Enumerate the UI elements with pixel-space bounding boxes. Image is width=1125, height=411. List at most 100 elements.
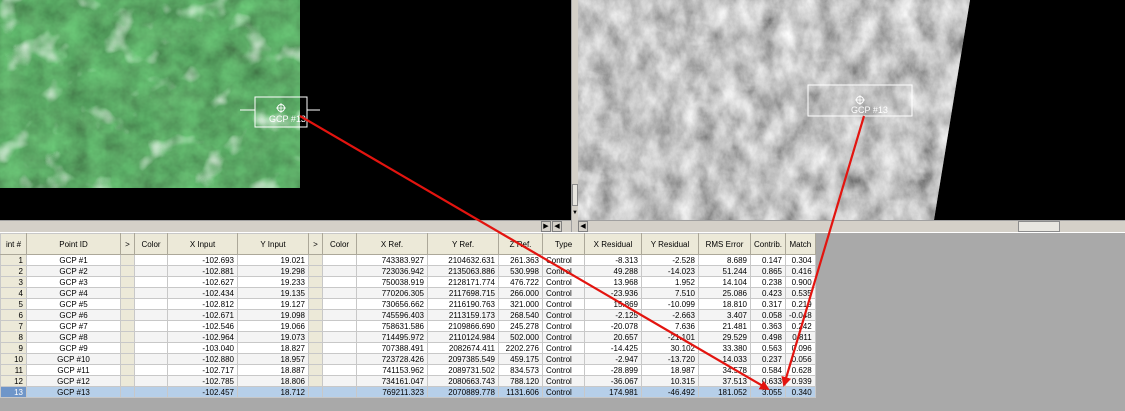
table-cell[interactable]: Control [542, 353, 585, 365]
table-cell[interactable] [120, 254, 135, 266]
table-cell[interactable] [120, 375, 135, 387]
table-cell[interactable]: -2.947 [584, 353, 642, 365]
table-cell[interactable] [308, 320, 323, 332]
table-cell[interactable]: 2113159.173 [427, 309, 499, 321]
table-cell[interactable] [308, 287, 323, 299]
table-cell[interactable]: -36.067 [584, 375, 642, 387]
table-cell[interactable]: 0.340 [785, 386, 816, 398]
table-cell[interactable]: 0.238 [749, 276, 787, 288]
table-cell[interactable]: 20.657 [584, 331, 642, 343]
right-viewer-horizontal-scrollbar[interactable]: ◀ [578, 220, 1125, 232]
table-cell[interactable] [322, 353, 357, 365]
table-cell[interactable] [308, 342, 323, 354]
table-cell[interactable] [134, 375, 168, 387]
table-row[interactable]: 9 GCP #9 -103.040 18.827 707388.491 2082674.4… [0, 342, 816, 354]
table-cell[interactable]: -102.785 [167, 375, 238, 387]
table-cell[interactable]: 0.416 [785, 265, 816, 277]
table-cell[interactable]: 0.304 [785, 254, 816, 266]
table-cell[interactable]: Control [542, 298, 585, 310]
table-cell[interactable]: 14.104 [698, 276, 751, 288]
left-viewer-horizontal-scrollbar[interactable]: ▶ ◀ [0, 220, 571, 232]
table-cell[interactable] [308, 309, 323, 321]
table-cell[interactable] [134, 298, 168, 310]
table-cell[interactable] [322, 342, 357, 354]
table-cell[interactable]: -10.099 [641, 298, 699, 310]
table-cell[interactable]: -2.663 [641, 309, 699, 321]
table-cell[interactable]: 19.073 [237, 331, 309, 343]
table-cell[interactable]: 14.033 [698, 353, 751, 365]
table-cell[interactable]: 10.315 [641, 375, 699, 387]
table-cell[interactable]: -14.023 [641, 265, 699, 277]
scroll-right-arrow-icon[interactable]: ▶ [541, 221, 551, 232]
table-cell[interactable]: 0.317 [749, 298, 787, 310]
table-cell[interactable]: 7.510 [641, 287, 699, 299]
column-header[interactable]: Match [785, 233, 816, 255]
table-cell[interactable]: 51.244 [698, 265, 751, 277]
table-cell[interactable]: 2089731.502 [427, 364, 499, 376]
table-cell[interactable]: 0.219 [785, 298, 816, 310]
table-cell[interactable]: 0.242 [785, 320, 816, 332]
table-cell[interactable]: 13 [0, 386, 27, 398]
table-cell[interactable]: 788.120 [498, 375, 543, 387]
table-cell[interactable] [134, 309, 168, 321]
table-cell[interactable]: 0.535 [785, 287, 816, 299]
table-cell[interactable] [120, 320, 135, 332]
table-cell[interactable]: 2070889.778 [427, 386, 499, 398]
table-cell[interactable]: 2082674.411 [427, 342, 499, 354]
table-cell[interactable]: 3.055 [749, 386, 787, 398]
table-cell[interactable]: 758631.586 [356, 320, 428, 332]
table-cell[interactable]: GCP #6 [26, 309, 121, 321]
table-row[interactable]: 3 GCP #3 -102.627 19.233 750038.919 2128171.7… [0, 276, 816, 288]
table-row[interactable]: 12 GCP #12 -102.785 18.806 734161.047 2080663… [0, 375, 816, 387]
table-cell[interactable]: -23.936 [584, 287, 642, 299]
table-cell[interactable]: -102.434 [167, 287, 238, 299]
table-cell[interactable]: -103.040 [167, 342, 238, 354]
table-cell[interactable] [120, 353, 135, 365]
table-cell[interactable]: 19.098 [237, 309, 309, 321]
table-row[interactable]: 13 GCP #13 -102.457 18.712 769211.323 2070889… [0, 386, 816, 398]
left-image-viewer[interactable]: GCP #13 [0, 0, 571, 220]
table-cell[interactable] [308, 265, 323, 277]
table-cell[interactable]: 19.127 [237, 298, 309, 310]
table-cell[interactable]: 0.058 [749, 309, 787, 321]
table-cell[interactable]: -46.492 [641, 386, 699, 398]
table-cell[interactable]: 2202.276 [498, 342, 543, 354]
table-cell[interactable]: 476.722 [498, 276, 543, 288]
table-cell[interactable] [120, 342, 135, 354]
table-cell[interactable]: 2097385.549 [427, 353, 499, 365]
table-cell[interactable]: 2 [0, 265, 27, 277]
table-cell[interactable]: 2109866.690 [427, 320, 499, 332]
table-cell[interactable]: 18.987 [641, 364, 699, 376]
column-header[interactable]: X Residual [584, 233, 642, 255]
table-cell[interactable] [134, 342, 168, 354]
table-cell[interactable] [134, 386, 168, 398]
table-cell[interactable]: -102.717 [167, 364, 238, 376]
table-cell[interactable] [120, 331, 135, 343]
table-cell[interactable]: 0.900 [785, 276, 816, 288]
table-cell[interactable]: GCP #12 [26, 375, 121, 387]
table-cell[interactable] [322, 375, 357, 387]
table-cell[interactable] [322, 265, 357, 277]
table-cell[interactable]: -102.964 [167, 331, 238, 343]
table-cell[interactable]: 834.573 [498, 364, 543, 376]
table-cell[interactable] [134, 364, 168, 376]
table-cell[interactable]: 5 [0, 298, 27, 310]
table-cell[interactable] [134, 287, 168, 299]
table-cell[interactable]: 181.052 [698, 386, 751, 398]
table-cell[interactable] [322, 320, 357, 332]
table-cell[interactable]: 2110124.984 [427, 331, 499, 343]
table-cell[interactable] [308, 331, 323, 343]
table-cell[interactable]: 174.981 [584, 386, 642, 398]
table-cell[interactable]: 18.806 [237, 375, 309, 387]
table-cell[interactable]: 37.513 [698, 375, 751, 387]
table-cell[interactable] [134, 353, 168, 365]
table-cell[interactable]: GCP #13 [26, 386, 121, 398]
table-cell[interactable] [134, 320, 168, 332]
table-cell[interactable]: 33.380 [698, 342, 751, 354]
table-cell[interactable]: -0.048 [785, 309, 816, 321]
table-row[interactable]: 6 GCP #6 -102.671 19.098 745596.403 2113159.1… [0, 309, 816, 321]
table-cell[interactable]: 18.712 [237, 386, 309, 398]
column-header[interactable]: int # [0, 233, 27, 255]
table-cell[interactable]: Control [542, 320, 585, 332]
left-image-canvas[interactable]: GCP #13 [0, 0, 571, 220]
